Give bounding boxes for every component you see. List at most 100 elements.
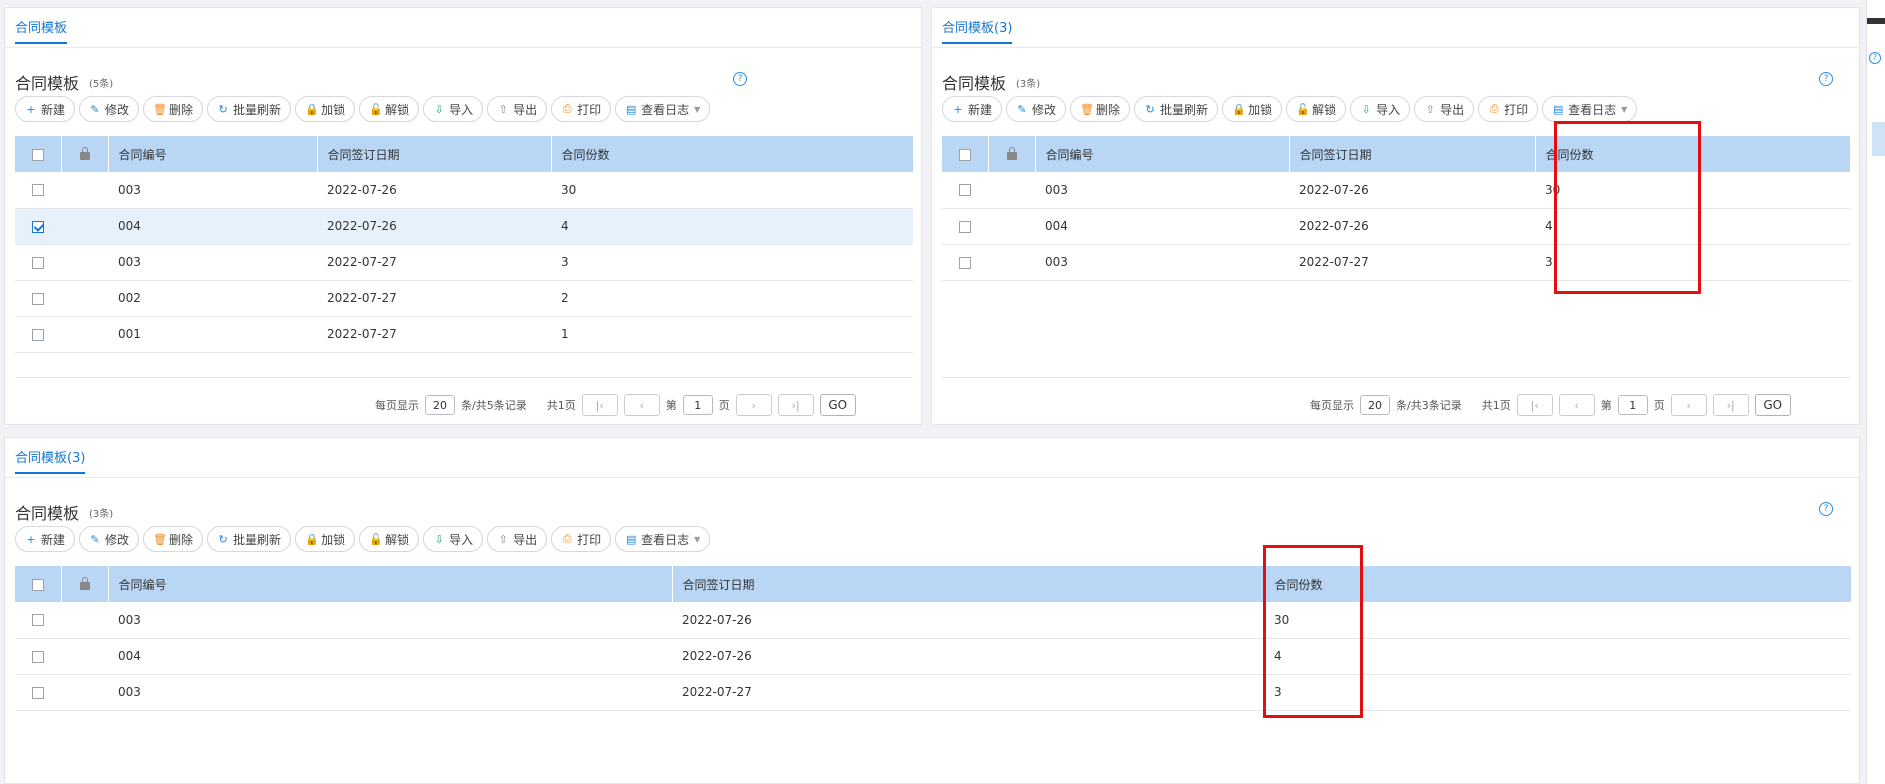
table-row[interactable]: 003 2022-07-26 30 bbox=[942, 172, 1850, 209]
prev-page-button[interactable]: ‹ bbox=[623, 394, 660, 416]
row-checkbox-cell[interactable] bbox=[15, 208, 61, 245]
refresh-button[interactable]: ↻ 批量刷新 bbox=[207, 96, 292, 122]
column-header-date[interactable]: 合同签订日期 bbox=[1289, 136, 1536, 172]
lock-button[interactable]: 🔒 加锁 bbox=[1222, 96, 1283, 122]
unlock-button[interactable]: 🔓 解锁 bbox=[1286, 96, 1347, 122]
table-row[interactable]: 003 2022-07-26 30 bbox=[15, 172, 913, 209]
go-button[interactable]: GO bbox=[1754, 394, 1791, 416]
row-checkbox[interactable] bbox=[959, 184, 971, 197]
lock-button[interactable]: 🔒 加锁 bbox=[295, 96, 356, 122]
import-button[interactable]: ⇩ 导入 bbox=[423, 96, 484, 122]
next-page-button[interactable]: › bbox=[735, 394, 772, 416]
trash-button[interactable]: 🗑 删除 bbox=[143, 96, 204, 122]
select-all-checkbox-cell[interactable] bbox=[942, 136, 989, 172]
table-row[interactable]: 004 2022-07-26 4 bbox=[15, 208, 913, 245]
tab-contract-template-3[interactable]: 合同模板(3) bbox=[15, 447, 86, 474]
column-header-code[interactable]: 合同编号 bbox=[108, 136, 318, 172]
row-checkbox[interactable] bbox=[32, 184, 44, 197]
next-page-button[interactable]: › bbox=[1670, 394, 1707, 416]
row-checkbox[interactable] bbox=[959, 220, 971, 233]
table-row[interactable]: 001 2022-07-27 1 bbox=[15, 316, 913, 353]
go-button[interactable]: GO bbox=[819, 394, 856, 416]
select-all-checkbox-cell[interactable] bbox=[15, 566, 62, 602]
edit-button[interactable]: ✎ 修改 bbox=[1006, 96, 1067, 122]
table-row[interactable]: 003 2022-07-27 3 bbox=[942, 244, 1850, 281]
column-header-copies[interactable]: 合同份数 bbox=[551, 136, 914, 172]
row-checkbox[interactable] bbox=[32, 220, 44, 233]
import-button[interactable]: ⇩ 导入 bbox=[423, 526, 484, 552]
row-checkbox[interactable] bbox=[959, 256, 971, 269]
select-all-checkbox[interactable] bbox=[31, 578, 44, 591]
last-page-button[interactable]: ›| bbox=[1712, 394, 1749, 416]
row-checkbox[interactable] bbox=[32, 686, 44, 699]
print-button[interactable]: ⎙ 打印 bbox=[1478, 96, 1539, 122]
column-header-code[interactable]: 合同编号 bbox=[108, 566, 673, 602]
row-checkbox[interactable] bbox=[32, 256, 44, 269]
print-button[interactable]: ⎙ 打印 bbox=[551, 96, 612, 122]
log-button[interactable]: ▤ 查看日志 ▼ bbox=[615, 96, 711, 122]
column-header-date[interactable]: 合同签订日期 bbox=[317, 136, 552, 172]
trash-button[interactable]: 🗑 删除 bbox=[143, 526, 204, 552]
row-checkbox[interactable] bbox=[32, 614, 44, 627]
row-checkbox-cell[interactable] bbox=[942, 244, 988, 281]
print-button[interactable]: ⎙ 打印 bbox=[551, 526, 612, 552]
column-header-code[interactable]: 合同编号 bbox=[1035, 136, 1290, 172]
edit-button[interactable]: ✎ 修改 bbox=[79, 526, 140, 552]
export-button[interactable]: ⇧ 导出 bbox=[1414, 96, 1475, 122]
column-header-copies[interactable]: 合同份数 bbox=[1264, 566, 1852, 602]
table-row[interactable]: 004 2022-07-26 4 bbox=[942, 208, 1850, 245]
plus-button[interactable]: + 新建 bbox=[15, 526, 76, 552]
page-input[interactable]: 1 bbox=[682, 395, 713, 415]
help-icon[interactable]: ? bbox=[1819, 502, 1833, 516]
last-page-button[interactable]: ›| bbox=[777, 394, 814, 416]
help-icon[interactable]: ? bbox=[733, 72, 747, 86]
plus-button[interactable]: + 新建 bbox=[15, 96, 76, 122]
edit-button[interactable]: ✎ 修改 bbox=[79, 96, 140, 122]
select-all-checkbox-cell[interactable] bbox=[15, 136, 62, 172]
help-icon[interactable]: ? bbox=[1869, 52, 1881, 64]
row-checkbox[interactable] bbox=[32, 650, 44, 663]
plus-button[interactable]: + 新建 bbox=[942, 96, 1003, 122]
unlock-button[interactable]: 🔓 解锁 bbox=[359, 96, 420, 122]
table-row[interactable]: 004 2022-07-26 4 bbox=[15, 638, 1851, 675]
row-checkbox-cell[interactable] bbox=[15, 674, 61, 711]
row-checkbox[interactable] bbox=[32, 292, 44, 305]
log-button[interactable]: ▤ 查看日志 ▼ bbox=[1542, 96, 1638, 122]
export-button[interactable]: ⇧ 导出 bbox=[487, 96, 548, 122]
lock-button[interactable]: 🔒 加锁 bbox=[295, 526, 356, 552]
help-icon[interactable]: ? bbox=[1819, 72, 1833, 86]
row-checkbox-cell[interactable] bbox=[15, 244, 61, 281]
first-page-button[interactable]: |‹ bbox=[1516, 394, 1553, 416]
table-row[interactable]: 003 2022-07-26 30 bbox=[15, 602, 1851, 639]
per-page-input[interactable]: 20 bbox=[1360, 395, 1390, 415]
select-all-checkbox[interactable] bbox=[31, 148, 44, 161]
table-row[interactable]: 003 2022-07-27 3 bbox=[15, 244, 913, 281]
import-button[interactable]: ⇩ 导入 bbox=[1350, 96, 1411, 122]
row-checkbox[interactable] bbox=[32, 328, 44, 341]
row-checkbox-cell[interactable] bbox=[15, 638, 61, 675]
row-checkbox-cell[interactable] bbox=[942, 208, 988, 245]
column-header-date[interactable]: 合同签订日期 bbox=[672, 566, 1265, 602]
row-checkbox-cell[interactable] bbox=[15, 172, 61, 209]
first-page-button[interactable]: |‹ bbox=[581, 394, 618, 416]
column-header-copies[interactable]: 合同份数 bbox=[1535, 136, 1851, 172]
row-checkbox-cell[interactable] bbox=[942, 172, 988, 209]
select-all-checkbox[interactable] bbox=[958, 148, 971, 161]
table-row[interactable]: 003 2022-07-27 3 bbox=[15, 674, 1851, 711]
table-row[interactable]: 002 2022-07-27 2 bbox=[15, 280, 913, 317]
per-page-input[interactable]: 20 bbox=[425, 395, 455, 415]
log-button[interactable]: ▤ 查看日志 ▼ bbox=[615, 526, 711, 552]
row-checkbox-cell[interactable] bbox=[15, 280, 61, 317]
row-checkbox-cell[interactable] bbox=[15, 316, 61, 353]
refresh-button[interactable]: ↻ 批量刷新 bbox=[1134, 96, 1219, 122]
prev-page-button[interactable]: ‹ bbox=[1558, 394, 1595, 416]
refresh-button[interactable]: ↻ 批量刷新 bbox=[207, 526, 292, 552]
page-input[interactable]: 1 bbox=[1617, 395, 1648, 415]
trash-button[interactable]: 🗑 删除 bbox=[1070, 96, 1131, 122]
export-button[interactable]: ⇧ 导出 bbox=[487, 526, 548, 552]
button-label: 查看日志 bbox=[641, 102, 690, 117]
tab-contract-template[interactable]: 合同模板 bbox=[15, 17, 68, 44]
row-checkbox-cell[interactable] bbox=[15, 602, 61, 639]
unlock-button[interactable]: 🔓 解锁 bbox=[359, 526, 420, 552]
tab-contract-template-3[interactable]: 合同模板(3) bbox=[942, 17, 1013, 44]
